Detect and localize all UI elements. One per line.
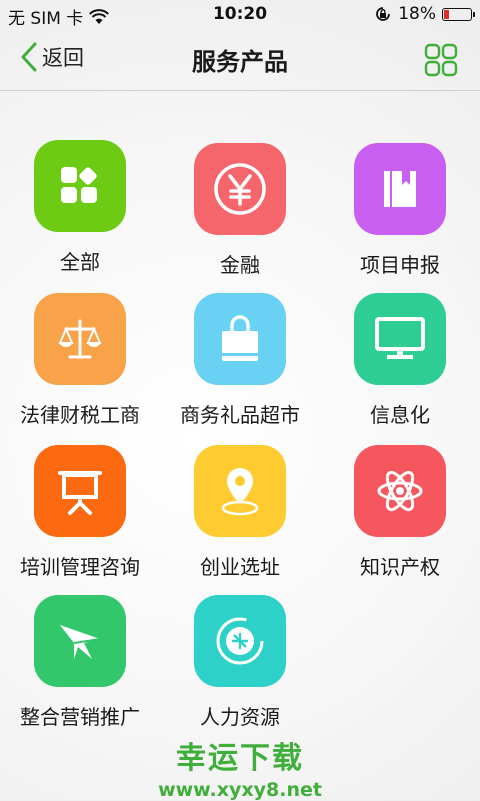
- tile-all[interactable]: 全部: [0, 140, 160, 275]
- book-icon: [384, 171, 416, 207]
- tile-integrated-marketing[interactable]: 整合营销推广: [0, 595, 160, 730]
- tile-icon-bg: [354, 293, 446, 385]
- location-pin-icon: [221, 468, 259, 516]
- tile-icon-bg: [354, 445, 446, 537]
- tile-legal-tax[interactable]: 法律财税工商: [0, 293, 160, 428]
- tile-human-resources[interactable]: 人力资源: [160, 595, 320, 730]
- paper-plane-icon: [60, 625, 101, 659]
- shopping-bag-icon: [222, 315, 258, 361]
- apps-icon: [61, 167, 97, 203]
- tile-label: 知识产权: [360, 555, 440, 579]
- tile-icon-bg: [194, 595, 286, 687]
- grid-icon: [424, 43, 458, 77]
- tile-icon-bg: [194, 143, 286, 235]
- tile-label: 信息化: [370, 403, 430, 427]
- battery-percent: 18%: [398, 4, 436, 24]
- tile-icon-bg: [194, 293, 286, 385]
- tile-label: 法律财税工商: [20, 403, 140, 427]
- tile-label: 整合营销推广: [20, 705, 140, 729]
- status-right: 18%: [374, 4, 475, 24]
- tile-icon-bg: [34, 140, 126, 232]
- tile-icon-bg: [34, 595, 126, 687]
- watermark: 幸运下载 www.xyxy8.net: [0, 733, 480, 801]
- tile-business-gifts[interactable]: 商务礼品超市: [160, 293, 320, 428]
- battery-icon: [442, 7, 475, 21]
- nav-bar: 返回 服务产品: [0, 30, 480, 91]
- tile-training-consulting[interactable]: 培训管理咨询: [0, 445, 160, 580]
- tile-startup-location[interactable]: 创业选址: [160, 445, 320, 580]
- yen-icon: [214, 163, 266, 215]
- recruit-icon: [216, 617, 264, 665]
- tile-icon-bg: [354, 143, 446, 235]
- tile-project-application[interactable]: 项目申报: [320, 143, 480, 278]
- watermark-title: 幸运下载: [176, 741, 304, 776]
- page-title: 服务产品: [192, 48, 288, 76]
- monitor-icon: [375, 317, 425, 359]
- tile-icon-bg: [34, 445, 126, 537]
- tile-icon-bg: [34, 293, 126, 385]
- scales-icon: [58, 319, 102, 359]
- tile-informatization[interactable]: 信息化: [320, 293, 480, 428]
- grid-view-button[interactable]: [424, 43, 458, 81]
- presentation-board-icon: [58, 471, 102, 515]
- tile-label: 全部: [60, 250, 100, 274]
- tile-label: 金融: [220, 253, 260, 277]
- tile-finance[interactable]: 金融: [160, 143, 320, 278]
- watermark-url: www.xyxy8.net: [158, 779, 322, 801]
- tile-label: 创业选址: [200, 555, 280, 579]
- rotation-lock-icon: [376, 7, 391, 21]
- atom-icon: [377, 470, 423, 512]
- tile-label: 人力资源: [200, 705, 280, 729]
- battery-fill: [444, 9, 450, 19]
- tile-label: 商务礼品超市: [180, 403, 300, 427]
- tile-icon-bg: [194, 445, 286, 537]
- tile-label: 培训管理咨询: [20, 555, 140, 579]
- tile-intellectual-property[interactable]: 知识产权: [320, 445, 480, 580]
- tile-label: 项目申报: [360, 253, 440, 277]
- status-bar: 无 SIM 卡 10:20 18%: [0, 0, 480, 30]
